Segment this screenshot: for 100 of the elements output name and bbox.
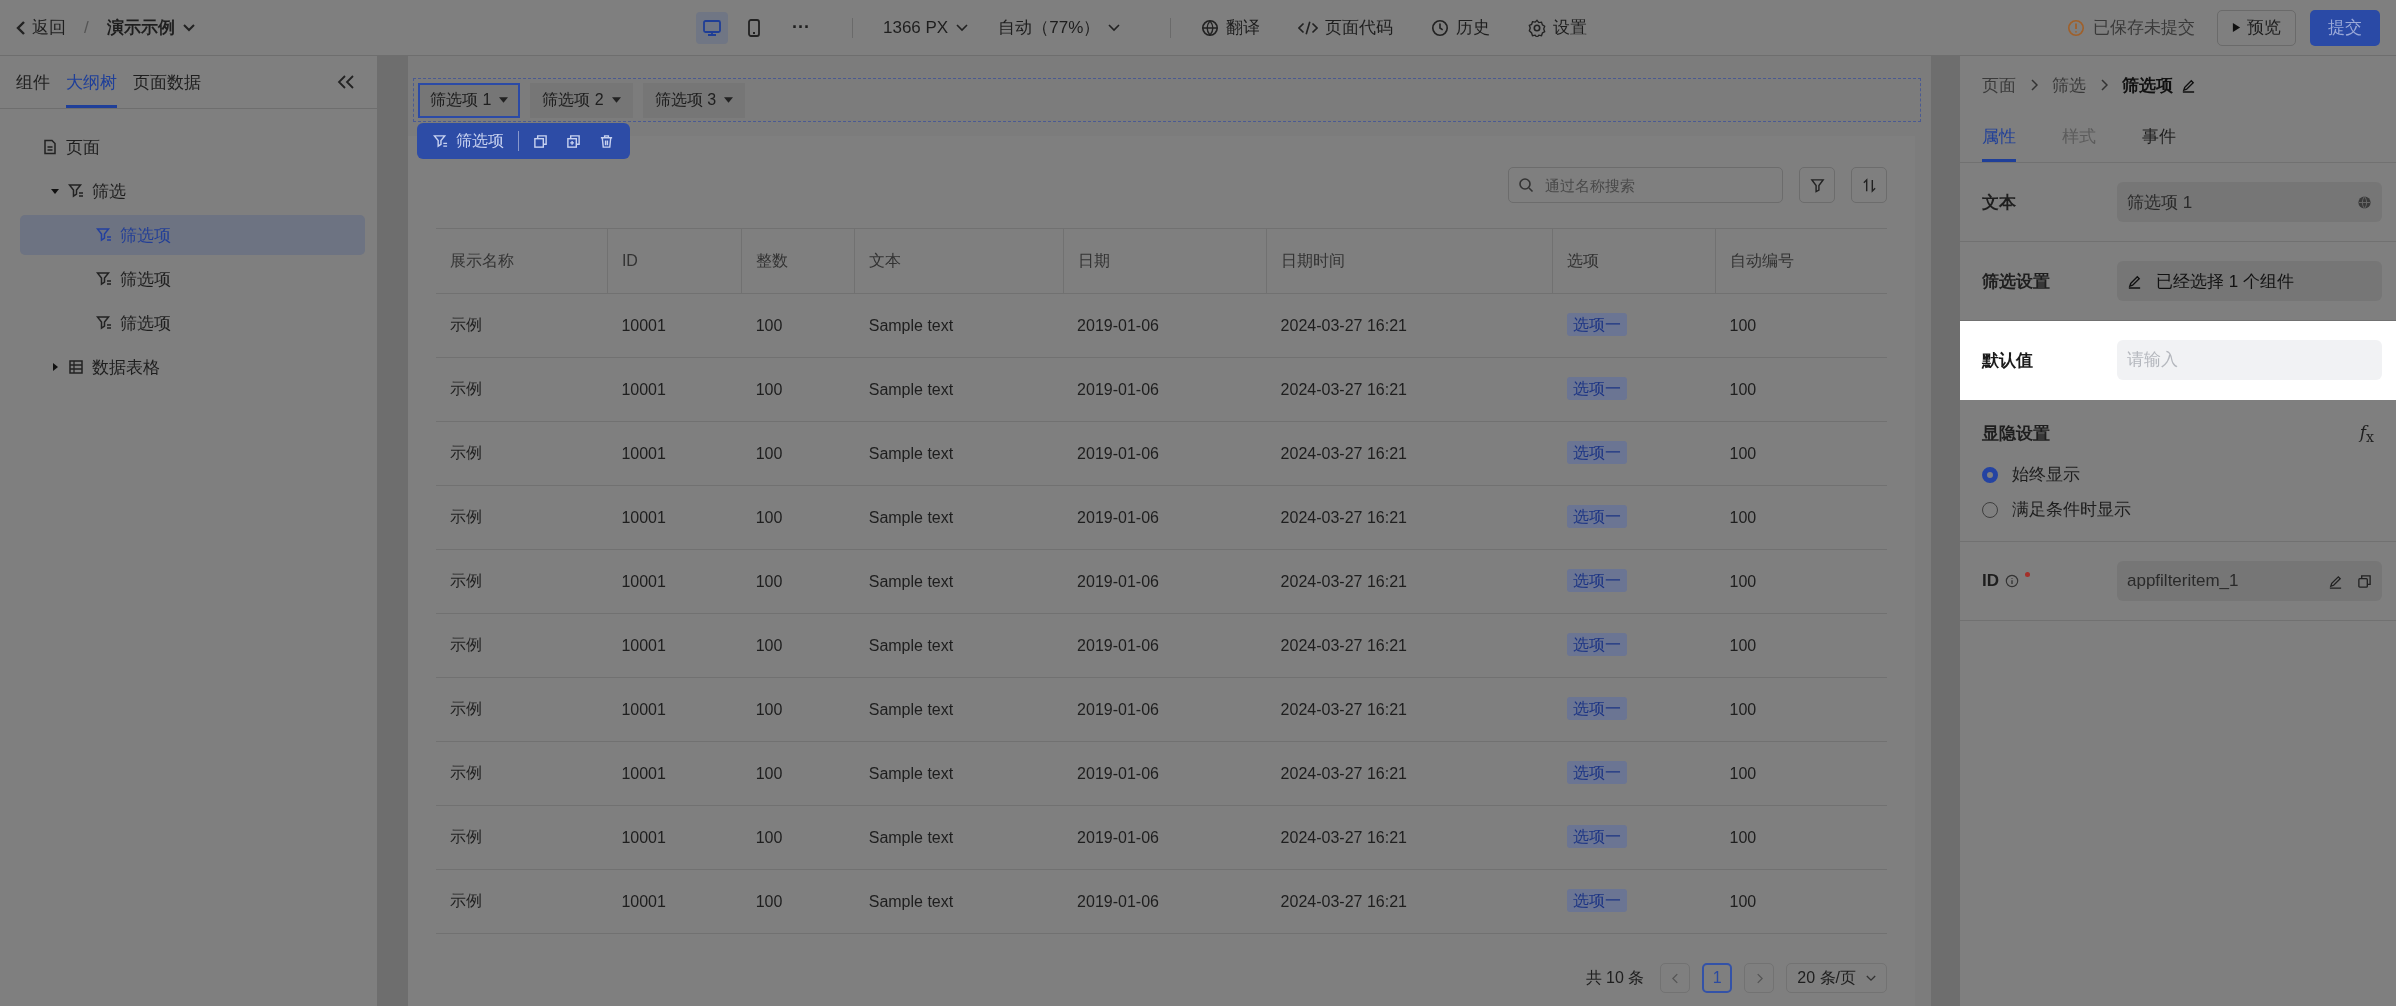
filter-chip[interactable]: 筛选项 1 bbox=[418, 82, 521, 118]
breadcrumb-item[interactable]: 页面 bbox=[1982, 73, 2016, 97]
funnel-icon bbox=[96, 271, 112, 287]
duplicate-icon[interactable] bbox=[566, 133, 581, 149]
table-cell: Sample text bbox=[854, 805, 1064, 870]
copy-icon[interactable] bbox=[2357, 573, 2372, 589]
save-status: 已保存未提交 bbox=[2093, 17, 2195, 39]
history-button[interactable]: 历史 bbox=[1431, 16, 1491, 39]
table-cell: 100 bbox=[741, 869, 855, 934]
table-cell: 100 bbox=[741, 677, 855, 742]
column-header: 日期时间 bbox=[1266, 228, 1553, 294]
breadcrumb-item[interactable]: 筛选 bbox=[2052, 73, 2086, 97]
table-cell: 10001 bbox=[607, 677, 742, 742]
width-dropdown[interactable]: 1366 PX bbox=[883, 17, 969, 38]
table-cell: Sample text bbox=[854, 869, 1064, 934]
funnel-icon bbox=[433, 133, 448, 149]
zoom-dropdown[interactable]: 自动（77%） bbox=[998, 16, 1121, 39]
table-cell: 示例 bbox=[436, 293, 608, 358]
tree-item[interactable]: 页面 bbox=[20, 127, 365, 167]
table-cell: 2019-01-06 bbox=[1063, 357, 1267, 422]
table-cell: 示例 bbox=[436, 805, 608, 870]
table-cell: 100 bbox=[741, 741, 855, 806]
project-dropdown[interactable]: 演示示例 bbox=[106, 16, 195, 39]
table-cell: 100 bbox=[1715, 421, 1887, 486]
table-cell: 10001 bbox=[607, 741, 742, 806]
text-field[interactable]: 筛选项 1 bbox=[2117, 182, 2382, 222]
collapse-icon[interactable] bbox=[337, 75, 355, 89]
warning-icon bbox=[2067, 18, 2085, 37]
inspector-tab[interactable]: 事件 bbox=[2142, 114, 2176, 162]
component-selector[interactable]: 已经选择 1 个组件 bbox=[2117, 261, 2382, 301]
column-header: 展示名称 bbox=[436, 228, 608, 294]
table-cell: 100 bbox=[741, 805, 855, 870]
sort-icon bbox=[1861, 177, 1877, 193]
default-value-field[interactable]: 请输入 bbox=[2117, 340, 2382, 380]
translate-button[interactable]: 翻译 bbox=[1201, 16, 1261, 39]
table-cell: Sample text bbox=[854, 549, 1064, 614]
submit-button[interactable]: 提交 bbox=[2310, 9, 2380, 46]
table-cell: 示例 bbox=[436, 549, 608, 614]
page-size-dropdown[interactable]: 20 条/页 bbox=[1786, 963, 1887, 993]
table-cell: 2019-01-06 bbox=[1063, 293, 1267, 358]
caret-icon bbox=[50, 186, 60, 196]
table-cell: 2024-03-27 16:21 bbox=[1266, 613, 1553, 678]
radio-label: 始终显示 bbox=[2012, 464, 2080, 487]
option-tag: 选项一 bbox=[1566, 441, 1627, 464]
tree-item[interactable]: 筛选项 bbox=[20, 303, 365, 343]
trash-icon[interactable] bbox=[599, 133, 614, 149]
table-cell: 2019-01-06 bbox=[1063, 741, 1267, 806]
option-tag: 选项一 bbox=[1566, 313, 1627, 336]
sort-button[interactable] bbox=[1851, 167, 1887, 203]
page-code-button[interactable]: 页面代码 bbox=[1298, 16, 1394, 39]
funnel-icon bbox=[96, 315, 112, 331]
pencil-icon[interactable] bbox=[2328, 573, 2343, 589]
radio-option[interactable]: 满足条件时显示 bbox=[1982, 498, 2382, 522]
table-cell: 2024-03-27 16:21 bbox=[1266, 485, 1553, 550]
tree-item[interactable]: 筛选项 bbox=[20, 259, 365, 299]
table-cell: Sample text bbox=[854, 677, 1064, 742]
filter-chip[interactable]: 筛选项 3 bbox=[642, 82, 746, 118]
table-cell: 示例 bbox=[436, 741, 608, 806]
tree-item[interactable]: 筛选 bbox=[20, 171, 365, 211]
sidebar-tab[interactable]: 页面数据 bbox=[133, 56, 201, 108]
copy-icon[interactable] bbox=[533, 133, 548, 149]
option-tag: 选项一 bbox=[1566, 889, 1627, 912]
caret-icon bbox=[611, 97, 621, 103]
radio-option[interactable]: 始终显示 bbox=[1982, 463, 2382, 487]
desktop-icon[interactable] bbox=[696, 11, 728, 44]
table-cell: 2019-01-06 bbox=[1063, 613, 1267, 678]
filter-chip[interactable]: 筛选项 2 bbox=[530, 82, 633, 118]
edit-icon[interactable] bbox=[2181, 77, 2196, 93]
option-tag: 选项一 bbox=[1566, 633, 1627, 656]
field-label: 显隐设置 bbox=[1982, 423, 2050, 446]
option-tag: 选项一 bbox=[1566, 697, 1627, 720]
table-cell: 2019-01-06 bbox=[1063, 421, 1267, 486]
globe-icon[interactable] bbox=[2357, 194, 2372, 210]
id-field[interactable]: appfilteritem_1 bbox=[2117, 561, 2382, 602]
table-cell: 2024-03-27 16:21 bbox=[1266, 805, 1553, 870]
preview-button[interactable]: 预览 bbox=[2217, 9, 2296, 46]
tree-item[interactable]: 数据表格 bbox=[20, 347, 365, 387]
inspector-tab[interactable]: 属性 bbox=[1982, 114, 2016, 162]
filter-button[interactable] bbox=[1799, 167, 1835, 203]
table-cell: 2024-03-27 16:21 bbox=[1266, 549, 1553, 614]
table-cell: 10001 bbox=[607, 613, 742, 678]
selection-label: 筛选项 bbox=[433, 130, 504, 152]
table-cell: 100 bbox=[741, 293, 855, 358]
table-cell: 100 bbox=[1715, 293, 1887, 358]
table-cell: 10001 bbox=[607, 869, 742, 934]
formula-button[interactable]: f$_{x}$ bbox=[2359, 422, 2382, 446]
back-link[interactable]: 返回 bbox=[16, 16, 66, 39]
clock-icon bbox=[1431, 18, 1450, 37]
radio-button[interactable] bbox=[1982, 466, 1998, 483]
column-header: 自动编号 bbox=[1715, 228, 1887, 294]
sidebar-tab[interactable]: 大纲树 bbox=[66, 56, 117, 108]
more-button[interactable]: ··· bbox=[780, 17, 822, 38]
settings-button[interactable]: 设置 bbox=[1528, 16, 1588, 39]
table-cell: Sample text bbox=[854, 485, 1064, 550]
table-cell: 100 bbox=[741, 613, 855, 678]
column-header: 日期 bbox=[1063, 228, 1267, 294]
sidebar-tab[interactable]: 组件 bbox=[16, 56, 50, 108]
table-cell: 2019-01-06 bbox=[1063, 869, 1267, 934]
table-cell: 2024-03-27 16:21 bbox=[1266, 677, 1553, 742]
search-icon bbox=[1518, 177, 1534, 193]
